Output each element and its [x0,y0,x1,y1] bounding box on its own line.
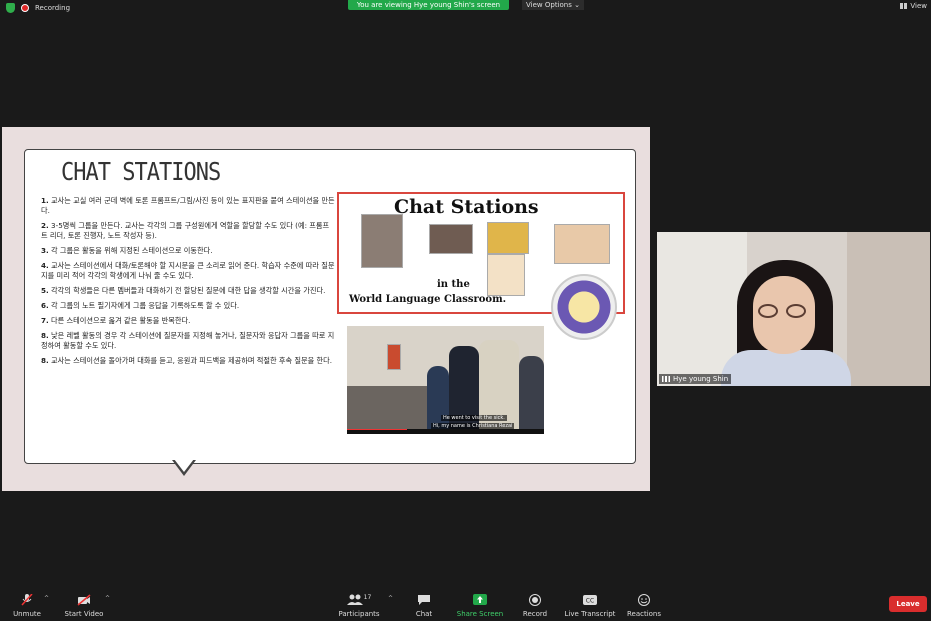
chat-icon [418,595,430,605]
poster-photo [429,224,473,254]
record-button[interactable]: Record [520,586,550,621]
list-item: 3. 각 그룹은 활동을 위해 지정된 스테이션으로 이동한다. [41,246,213,255]
live-transcript-button[interactable]: CC Live Transcript [563,586,617,621]
video-progress[interactable] [347,429,407,430]
list-item: 4. 교사는 스테이션에서 대화/토론해야 할 지시문을 큰 소리로 읽어 준다… [41,261,335,280]
poster-photo [554,224,610,264]
list-item: 7. 다른 스테이션으로 옮겨 같은 활동을 반복한다. [41,316,191,325]
world-language-badge [551,274,617,340]
chevron-up-icon[interactable]: ^ [44,595,49,602]
step-list: 1. 교사는 교실 여러 군데 벽에 토론 프롬프트/그림/사진 등이 있는 표… [41,196,335,371]
video-caption: He went to visit the sick. [441,415,507,421]
view-button[interactable]: View [900,2,927,10]
meeting-toolbar: Unmute ^ Start Video ^ 17 Participants ^… [0,586,931,621]
share-screen-button[interactable]: Share Screen [455,586,505,621]
list-item: 5. 각각의 학생들은 다른 멤버들과 대화하기 전 할당된 질문에 대한 답을… [41,286,326,295]
signal-icon [662,376,670,382]
list-item: 2. 3-5명씩 그룹을 만든다. 교사는 각각의 그룹 구성원에게 역할을 할… [41,221,330,240]
smiley-icon [638,594,650,606]
cc-icon: CC [583,595,597,605]
shield-icon [6,3,15,13]
poster-photo [361,214,403,268]
list-item: 8. 낮은 레벨 활동의 경우 각 스테이션에 질문자를 지정해 놓거나, 질문… [41,331,335,350]
poster-title: Chat Stations [394,196,539,218]
view-label: View [910,2,927,10]
participant-video-tile[interactable]: Hye young Shin [657,232,930,386]
list-item: 8. 교사는 스테이션을 돌아가며 대화를 듣고, 응원과 피드백을 제공하며 … [41,356,333,365]
record-icon [529,594,541,606]
participants-button[interactable]: 17 Participants [336,586,382,621]
share-screen-icon [473,594,487,605]
video-poster [387,344,401,370]
poster-in-the: in the [437,279,470,290]
unmute-button[interactable]: Unmute [10,586,44,621]
embedded-video[interactable]: He went to visit the sick. Hi, my name i… [347,326,544,434]
list-item: 1. 교사는 교실 여러 군데 벽에 토론 프롬프트/그림/사진 등이 있는 표… [41,196,335,215]
recording-label: Recording [35,4,71,12]
participant-name-label: Hye young Shin [659,374,732,384]
chevron-up-icon[interactable]: ^ [105,595,110,602]
grid-icon [900,3,908,9]
start-video-button[interactable]: Start Video [62,586,106,621]
chat-button[interactable]: Chat [410,586,438,621]
participants-count: 17 [363,594,372,601]
view-options-button[interactable]: View Options ⌄ [522,0,584,10]
leave-button[interactable]: Leave [889,596,927,612]
viewing-banner: You are viewing Hye young Shin's screen [348,0,509,10]
poster-photo [487,222,529,254]
list-item: 6. 각 그룹의 노트 필기자에게 그룹 응답을 기록하도록 할 수 있다. [41,301,240,310]
chevron-up-icon[interactable]: ^ [388,595,393,602]
recording-indicator[interactable]: Recording [6,3,70,13]
poster-subtitle: World Language Classroom. [349,294,507,305]
shared-screen: CHAT STATIONS 1. 교사는 교실 여러 군데 벽에 토론 프롬프트… [2,127,650,491]
slide-title: CHAT STATIONS [61,158,221,187]
reactions-button[interactable]: Reactions [626,586,662,621]
video-person [519,356,544,434]
chat-stations-poster: Chat Stations in the World Language Clas… [337,192,625,340]
glasses [758,304,810,320]
svg-text:CC: CC [586,598,594,605]
muted-mic-icon [21,594,33,606]
participants-icon [346,594,363,605]
top-bar: Recording You are viewing Hye young Shin… [0,0,931,18]
poster-photo [487,254,525,296]
video-off-icon [77,594,91,606]
speech-card: CHAT STATIONS 1. 교사는 교실 여러 군데 벽에 토론 프롬프트… [24,149,636,464]
record-dot-icon [21,4,29,12]
